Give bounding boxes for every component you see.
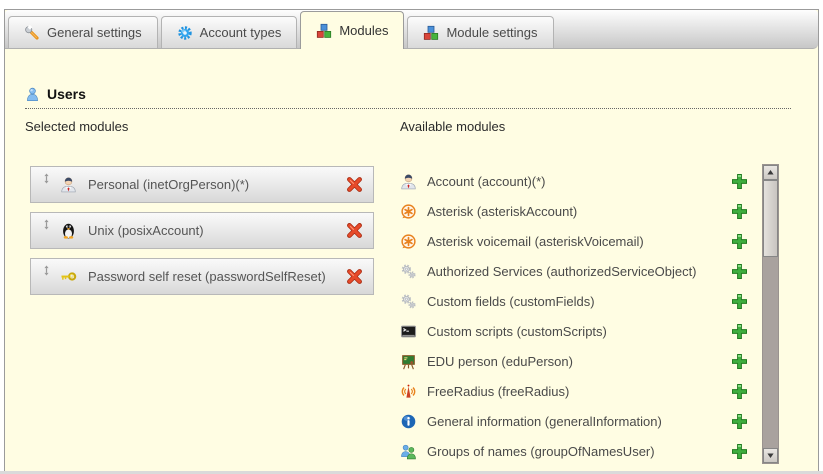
add-icon[interactable] (731, 443, 748, 460)
available-modules-heading: Available modules (400, 119, 505, 134)
tab-modules[interactable]: Modules (300, 11, 404, 49)
info-icon (400, 413, 417, 430)
tab-label: Module settings (446, 25, 537, 40)
selected-module-row[interactable]: Password self reset (passwordSelfReset) (30, 258, 374, 295)
available-modules-list: Account (account)(*) Asterisk (asteriskA… (400, 166, 748, 466)
tux-icon (60, 222, 77, 239)
module-label: Custom fields (customFields) (427, 294, 731, 309)
module-label: Groups of names (groupOfNamesUser) (427, 444, 731, 459)
tab-label: Account types (200, 25, 282, 40)
section-title: Users (47, 86, 86, 102)
scroll-down-icon (766, 451, 775, 460)
selected-modules-list: Personal (inetOrgPerson)(*) Unix (posixA… (30, 166, 374, 304)
gears-icon (400, 263, 417, 280)
available-module-row: General information (generalInformation) (400, 406, 748, 436)
group-icon (400, 443, 417, 460)
available-module-row: Asterisk voicemail (asteriskVoicemail) (400, 226, 748, 256)
tab-module-settings[interactable]: Module settings (407, 16, 553, 48)
modules-icon (423, 25, 439, 41)
add-icon[interactable] (731, 383, 748, 400)
selected-modules-heading: Selected modules (25, 119, 128, 134)
delete-icon[interactable] (346, 176, 363, 193)
gears-icon (400, 293, 417, 310)
module-label: Account (account)(*) (427, 174, 731, 189)
available-module-row: Custom scripts (customScripts) (400, 316, 748, 346)
module-label: Personal (inetOrgPerson)(*) (88, 177, 346, 192)
modules-icon (316, 23, 332, 39)
delete-icon[interactable] (346, 268, 363, 285)
tab-account-types[interactable]: Account types (161, 16, 298, 48)
scroll-down-button[interactable] (763, 448, 778, 463)
scroll-up-button[interactable] (763, 165, 778, 180)
add-icon[interactable] (731, 323, 748, 340)
add-icon[interactable] (731, 263, 748, 280)
module-label: Asterisk (asteriskAccount) (427, 204, 731, 219)
terminal-icon (400, 323, 417, 340)
module-label: Custom scripts (customScripts) (427, 324, 731, 339)
module-label: Authorized Services (authorizedServiceOb… (427, 264, 731, 279)
available-module-row: EDU person (eduPerson) (400, 346, 748, 376)
key-icon (60, 268, 77, 285)
module-label: EDU person (eduPerson) (427, 354, 731, 369)
drag-handle-icon[interactable] (41, 218, 52, 231)
add-icon[interactable] (731, 413, 748, 430)
antenna-icon (400, 383, 417, 400)
section-header-users: Users (25, 86, 791, 109)
add-icon[interactable] (731, 233, 748, 250)
add-icon[interactable] (731, 353, 748, 370)
add-icon[interactable] (731, 293, 748, 310)
module-label: General information (generalInformation) (427, 414, 731, 429)
drag-handle-icon[interactable] (41, 264, 52, 277)
module-label: FreeRadius (freeRadius) (427, 384, 731, 399)
add-icon[interactable] (731, 203, 748, 220)
person-icon (60, 176, 77, 193)
gear-icon (177, 25, 193, 41)
asterisk-icon (400, 203, 417, 220)
available-modules-scrollbar[interactable] (762, 164, 779, 464)
drag-handle-icon[interactable] (41, 172, 52, 185)
available-module-row: Asterisk (asteriskAccount) (400, 196, 748, 226)
person-icon (400, 173, 417, 190)
scroll-up-icon (766, 168, 775, 177)
scrollbar-thumb[interactable] (763, 180, 778, 257)
available-module-row: Custom fields (customFields) (400, 286, 748, 316)
config-panel: General settings Account types Modules M… (4, 9, 819, 474)
asterisk-icon (400, 233, 417, 250)
tab-label: General settings (47, 25, 142, 40)
tab-bar: General settings Account types Modules M… (5, 10, 818, 49)
selected-module-row[interactable]: Unix (posixAccount) (30, 212, 374, 249)
available-module-row: Authorized Services (authorizedServiceOb… (400, 256, 748, 286)
available-module-row: Account (account)(*) (400, 166, 748, 196)
add-icon[interactable] (731, 173, 748, 190)
available-module-row: FreeRadius (freeRadius) (400, 376, 748, 406)
tab-label: Modules (339, 23, 388, 38)
delete-icon[interactable] (346, 222, 363, 239)
wrench-icon (24, 25, 40, 41)
tab-general-settings[interactable]: General settings (8, 16, 158, 48)
module-label: Asterisk voicemail (asteriskVoicemail) (427, 234, 731, 249)
user-icon (25, 87, 40, 102)
chalkboard-icon (400, 353, 417, 370)
selected-module-row[interactable]: Personal (inetOrgPerson)(*) (30, 166, 374, 203)
module-label: Unix (posixAccount) (88, 223, 346, 238)
available-module-row: Groups of names (groupOfNamesUser) (400, 436, 748, 466)
module-label: Password self reset (passwordSelfReset) (88, 269, 346, 284)
